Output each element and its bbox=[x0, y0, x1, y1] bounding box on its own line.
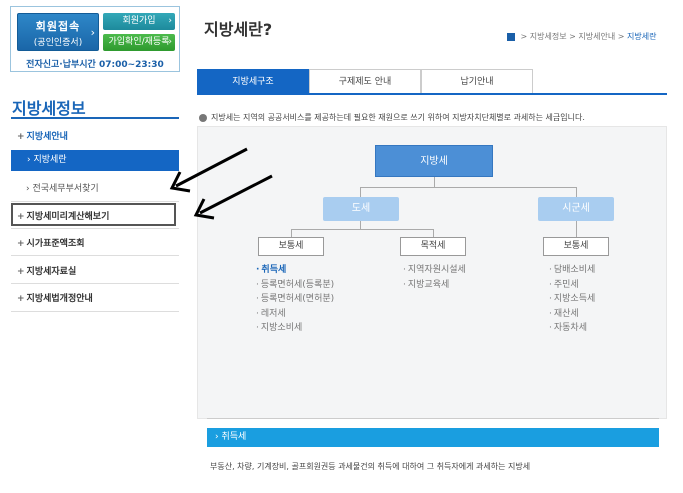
arrow-icon bbox=[193, 174, 273, 220]
arrow-icon bbox=[169, 147, 248, 193]
annotation-arrows bbox=[169, 147, 273, 220]
